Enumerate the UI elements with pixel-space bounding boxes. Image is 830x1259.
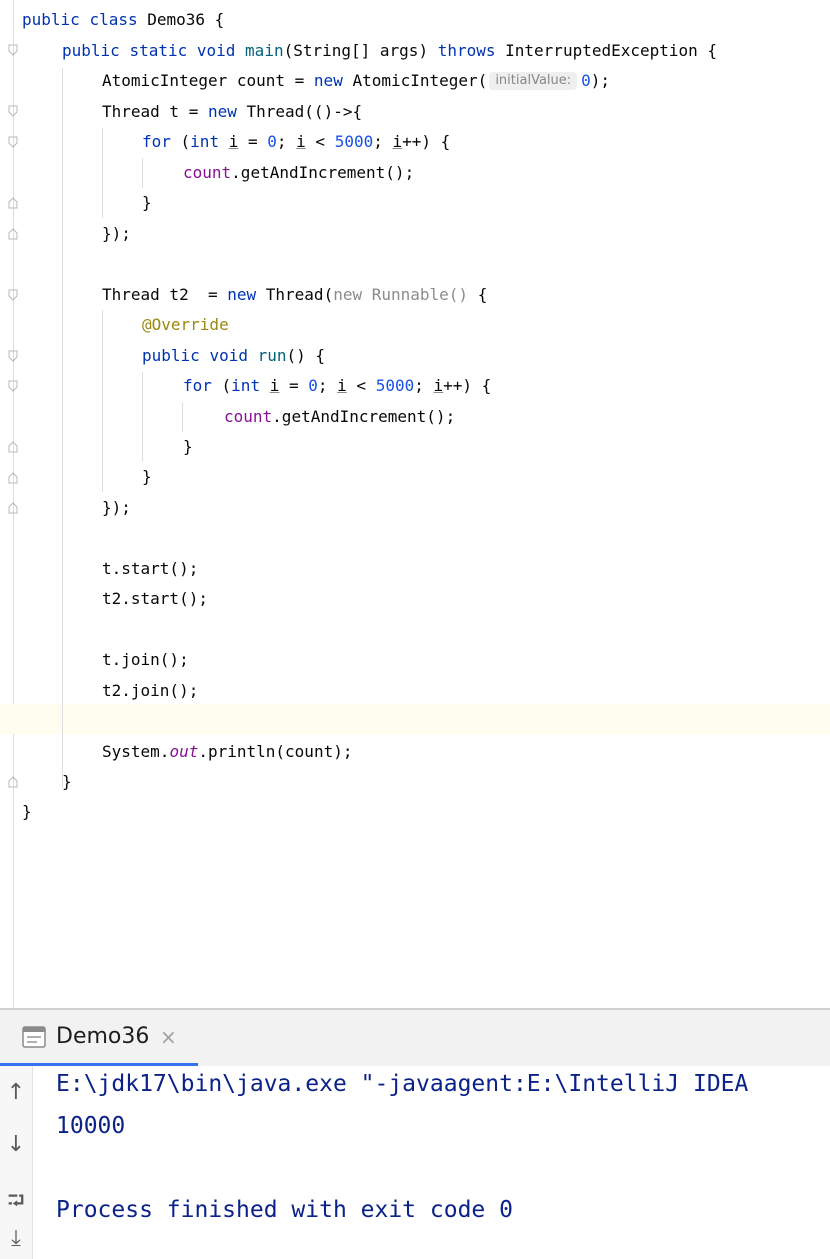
tab-demo36[interactable]: Demo36 × — [0, 1010, 198, 1066]
code-line: t.start(); — [102, 559, 199, 578]
indent-guide — [62, 68, 63, 788]
scroll-to-end-icon[interactable]: ⤓ — [0, 1226, 32, 1251]
code-line: Thread t = new Thread(()->{ — [102, 102, 363, 121]
console-output-result: 10000 — [56, 1113, 126, 1139]
indent-guide — [102, 310, 103, 492]
code-line: count.getAndIncrement(); — [224, 407, 456, 426]
code-line: public static void main(String[] args) t… — [62, 41, 718, 60]
fold-arrow-icon[interactable] — [7, 350, 19, 362]
code-line: } — [22, 802, 32, 821]
fold-arrow-icon[interactable] — [7, 136, 19, 148]
fold-arrow-icon[interactable] — [7, 776, 19, 788]
code-line: } — [62, 772, 72, 791]
code-line: t2.join(); — [102, 681, 199, 700]
indent-guide — [102, 128, 103, 218]
run-tool-window: Demo36 × ↑ ↓ ⮒ ⤓ E:\jdk17\bin\java.exe "… — [0, 1008, 830, 1259]
code-line: }); — [102, 224, 131, 243]
fold-arrow-icon[interactable] — [7, 105, 19, 117]
code-line: public void run() { — [142, 346, 326, 365]
close-icon[interactable]: × — [160, 1025, 177, 1049]
parameter-hint: initialValue: — [489, 72, 578, 90]
code-line: t.join(); — [102, 650, 189, 669]
console-process-finished: Process finished with exit code 0 — [56, 1197, 513, 1223]
code-line: System.out.println(count); — [102, 742, 353, 761]
code-line: } — [142, 193, 152, 212]
code-line: for (int i = 0; i < 5000; i++) { — [142, 132, 451, 151]
tab-label: Demo36 — [56, 1024, 150, 1049]
up-arrow-icon[interactable]: ↑ — [0, 1080, 32, 1105]
fold-arrow-icon[interactable] — [7, 228, 19, 240]
fold-arrow-icon[interactable] — [7, 44, 19, 56]
down-arrow-icon[interactable]: ↓ — [0, 1132, 32, 1157]
fold-arrow-icon[interactable] — [7, 197, 19, 209]
fold-arrow-icon[interactable] — [7, 289, 19, 301]
current-line-highlight — [0, 704, 830, 734]
code-line: } — [183, 437, 193, 456]
code-line: AtomicInteger count = new AtomicInteger(… — [102, 71, 611, 90]
code-line: Thread t2 = new Thread(new Runnable() { — [102, 285, 488, 304]
code-line: }); — [102, 498, 131, 517]
indent-guide — [142, 158, 143, 188]
code-line: for (int i = 0; i < 5000; i++) { — [183, 376, 492, 395]
fold-arrow-icon[interactable] — [7, 502, 19, 514]
code-line: } — [142, 467, 152, 486]
console-icon — [22, 1026, 46, 1048]
code-editor[interactable]: public class Demo36 { public static void… — [0, 0, 830, 1008]
soft-wrap-icon[interactable]: ⮒ — [0, 1184, 32, 1222]
fold-arrow-icon[interactable] — [7, 472, 19, 484]
console-command-line: E:\jdk17\bin\java.exe "-javaagent:E:\Int… — [56, 1071, 749, 1097]
console-toolbar: ↑ ↓ ⮒ ⤓ — [0, 1066, 33, 1259]
fold-arrow-icon[interactable] — [7, 380, 19, 392]
code-line: public class Demo36 { — [22, 10, 225, 29]
code-line: t2.start(); — [102, 589, 208, 608]
code-line: @Override — [142, 315, 229, 334]
indent-guide — [182, 402, 183, 432]
indent-guide — [142, 372, 143, 462]
fold-arrow-icon[interactable] — [7, 441, 19, 453]
code-line: count.getAndIncrement(); — [183, 163, 415, 182]
